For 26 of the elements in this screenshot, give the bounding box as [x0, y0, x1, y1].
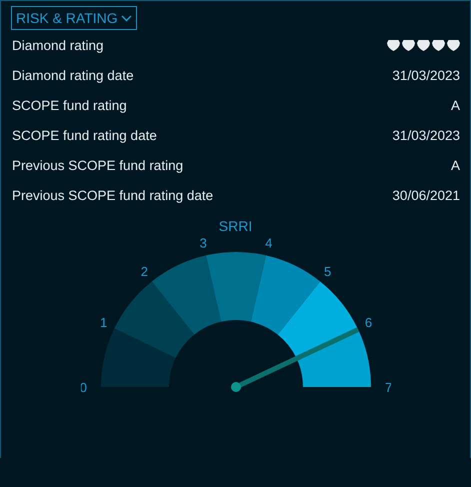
- gauge-tick-label: 5: [324, 264, 331, 280]
- chevron-icon: [120, 14, 132, 22]
- gauge-tick-label: 2: [140, 264, 148, 280]
- row-value: 31/03/2023: [392, 68, 460, 82]
- gauge-tick-label: 3: [199, 236, 206, 251]
- row-value: A: [450, 98, 460, 112]
- row-label: Diamond rating: [12, 38, 104, 52]
- diamond-icon: [387, 40, 400, 50]
- diamond-icon: [447, 40, 460, 50]
- diamond-icon: [432, 40, 445, 50]
- section-header[interactable]: RISK & RATING: [11, 6, 137, 30]
- diamond-icon: [402, 40, 415, 50]
- row-label: Diamond rating date: [12, 68, 134, 82]
- gauge-tick-label: 4: [264, 236, 272, 251]
- row-value: 31/03/2023: [392, 128, 460, 142]
- row-value: 30/06/2021: [392, 188, 460, 202]
- row-label: SCOPE fund rating date: [12, 128, 157, 142]
- gauge-tick-label: 1: [99, 315, 107, 330]
- row-value: A: [450, 158, 460, 172]
- row-label: Previous SCOPE fund rating: [12, 158, 184, 172]
- row-label: SCOPE fund rating: [12, 98, 127, 112]
- gauge-title: SRRI: [218, 218, 252, 234]
- gauge-band: [205, 252, 266, 322]
- diamond-icon: [417, 40, 430, 50]
- row-label: Previous SCOPE fund rating date: [12, 188, 214, 202]
- gauge-tick-label: 6: [364, 315, 372, 330]
